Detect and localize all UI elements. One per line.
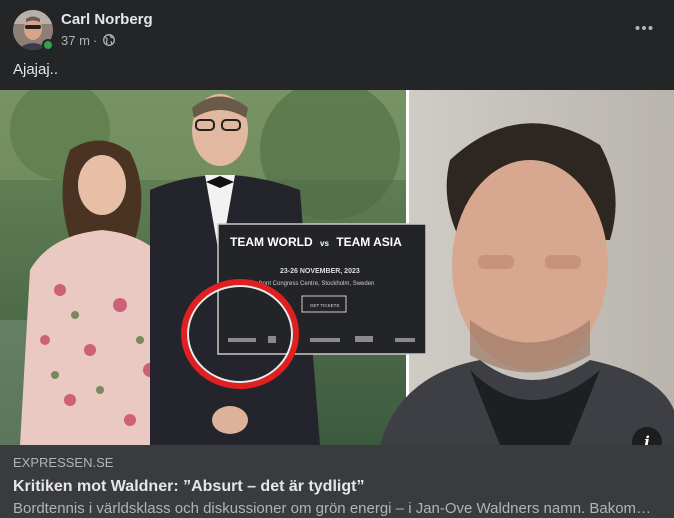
meta-separator: ·	[92, 32, 98, 48]
link-preview-image[interactable]: TEAM WORLD vs TEAM ASIA 23-26 NOVEMBER, …	[0, 90, 674, 445]
link-domain: EXPRESSEN.SE	[13, 455, 114, 470]
banner-venue: ...front Congress Centre, Stockholm, Swe…	[254, 281, 374, 287]
post-author[interactable]: Carl Norberg	[61, 11, 153, 28]
globe-icon	[103, 34, 116, 46]
post-header: Carl Norberg 37 m ·	[0, 0, 674, 56]
link-title[interactable]: Kritiken mot Waldner: ”Absurt – det är t…	[13, 477, 661, 497]
online-status-dot	[42, 39, 54, 51]
banner-date: 23-26 NOVEMBER, 2023	[280, 268, 360, 275]
post-time[interactable]: 37 m	[61, 33, 90, 48]
link-preview-info[interactable]: EXPRESSEN.SE Kritiken mot Waldner: ”Absu…	[0, 445, 674, 518]
news-photo: TEAM WORLD vs TEAM ASIA 23-26 NOVEMBER, …	[0, 90, 674, 445]
post-text: Ajajaj..	[13, 61, 59, 78]
more-horizontal-icon	[635, 26, 653, 30]
post-meta: 37 m ·	[61, 32, 116, 48]
banner-title-right: TEAM ASIA	[336, 235, 402, 249]
banner-vs: vs	[320, 239, 329, 248]
link-description: Bordtennis i världsklass och diskussione…	[13, 500, 653, 517]
more-options-button[interactable]	[630, 14, 658, 42]
facebook-post: Carl Norberg 37 m · Ajajaj.. TEAM WORLD …	[0, 0, 674, 518]
banner-button: GET TICKETS	[310, 303, 339, 308]
banner-title-left: TEAM WORLD	[230, 235, 313, 249]
